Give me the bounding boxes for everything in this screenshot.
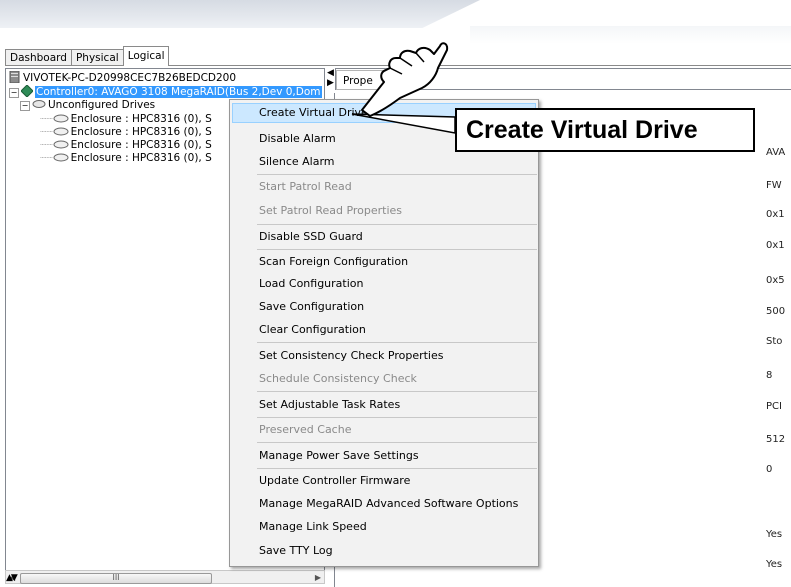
menu-separator (257, 417, 537, 418)
property-value: 0x5 (766, 275, 785, 286)
expand-collapse-arrows[interactable]: ▲▼ (6, 573, 18, 583)
menu-item-preserved-cache: Preserved Cache (259, 423, 352, 436)
collapse-toggle-icon[interactable]: − (9, 88, 19, 98)
menu-item-disable-ssd-guard[interactable]: Disable SSD Guard (259, 229, 363, 245)
enclosure-label: Enclosure : HPC8316 (0), S (70, 139, 212, 151)
property-value: 8 (766, 370, 773, 381)
menu-item-manage-power-save-settings[interactable]: Manage Power Save Settings (259, 448, 419, 464)
menu-item-set-adjustable-task-rates[interactable]: Set Adjustable Task Rates (259, 397, 400, 413)
hand-pointer-icon (361, 42, 449, 117)
menu-separator (257, 342, 537, 343)
menu-item-start-patrol-read: Start Patrol Read (259, 180, 352, 193)
menu-separator (257, 249, 537, 250)
tree-enclosure-node[interactable]: ┈┈ Enclosure : HPC8316 (0), S (40, 139, 212, 152)
controller-icon (20, 84, 34, 98)
property-value: Yes (766, 529, 783, 540)
property-value: 500 (766, 306, 786, 317)
property-value: PCI (766, 401, 782, 412)
menu-separator (257, 468, 537, 469)
menu-separator (257, 442, 537, 443)
tab-dashboard[interactable]: Dashboard (5, 49, 72, 66)
menu-separator (257, 391, 537, 392)
menu-item-manage-link-speed[interactable]: Manage Link Speed (259, 519, 367, 535)
view-tabs: Dashboard Physical Logical (5, 46, 170, 66)
menu-item-disable-alarm[interactable]: Disable Alarm (259, 131, 336, 147)
menu-item-save-configuration[interactable]: Save Configuration (259, 299, 364, 315)
menu-item-manage-megaraid-advanced-software-options[interactable]: Manage MegaRAID Advanced Software Option… (259, 496, 518, 512)
property-value: AVA (766, 147, 786, 158)
menu-item-set-patrol-read-properties: Set Patrol Read Properties (259, 204, 403, 217)
arrow-down-icon[interactable]: ▼ (11, 573, 18, 583)
enclosure-label: Enclosure : HPC8316 (0), S (70, 152, 212, 164)
header-banner-right (470, 26, 791, 44)
collapse-toggle-icon[interactable]: − (20, 101, 30, 111)
host-label: VIVOTEK-PC-D20998CEC7B26BEDCD200 (23, 72, 237, 84)
collapse-left-icon[interactable]: ◀ (327, 68, 335, 78)
property-value: 512 (766, 434, 786, 445)
tree-enclosure-node[interactable]: ┈┈ Enclosure : HPC8316 (0), S (40, 152, 212, 165)
menu-item-silence-alarm[interactable]: Silence Alarm (259, 154, 335, 170)
property-value: 0x1 (766, 240, 785, 251)
menu-separator (257, 224, 537, 225)
tree-unconfigured-node[interactable]: − Unconfigured Drives (20, 99, 155, 112)
expand-right-icon[interactable]: ▶ (327, 78, 335, 88)
drive-icon (53, 114, 69, 123)
menu-item-update-controller-firmware[interactable]: Update Controller Firmware (259, 473, 410, 489)
server-icon (9, 70, 20, 84)
tree-host-node[interactable]: VIVOTEK-PC-D20998CEC7B26BEDCD200 (9, 70, 237, 84)
drive-icon (53, 153, 69, 162)
tab-logical[interactable]: Logical (122, 46, 170, 66)
callout-label: Create Virtual Drive (455, 108, 755, 152)
drive-icon (53, 140, 69, 149)
tree-enclosure-node[interactable]: ┈┈ Enclosure : HPC8316 (0), S (40, 126, 212, 139)
controller-context-menu: Create Virtual Drive Disable Alarm Silen… (229, 99, 539, 567)
property-value: FW (766, 180, 782, 191)
unconfigured-label: Unconfigured Drives (48, 99, 156, 111)
bottom-bar (0, 572, 791, 587)
tree-enclosure-node[interactable]: ┈┈ Enclosure : HPC8316 (0), S (40, 113, 212, 126)
controller-label: Controller0: AVAGO 3108 MegaRAID(Bus 2,D… (35, 86, 322, 98)
enclosure-label: Enclosure : HPC8316 (0), S (70, 113, 212, 125)
menu-item-clear-configuration[interactable]: Clear Configuration (259, 322, 366, 338)
drive-group-icon (32, 100, 46, 108)
enclosure-label: Enclosure : HPC8316 (0), S (70, 126, 212, 138)
menu-item-set-consistency-check-properties[interactable]: Set Consistency Check Properties (259, 348, 444, 364)
menu-separator (257, 174, 537, 175)
tab-physical[interactable]: Physical (70, 49, 124, 66)
tree-controller-node[interactable]: − Controller0: AVAGO 3108 MegaRAID(Bus 2,… (9, 84, 322, 98)
pane-splitter[interactable]: ◀ ▶ (327, 68, 335, 88)
menu-item-save-tty-log[interactable]: Save TTY Log (259, 543, 333, 559)
property-value: 0 (766, 464, 773, 475)
header-banner (0, 0, 480, 28)
property-value: 0x1 (766, 209, 785, 220)
menu-item-scan-foreign-configuration[interactable]: Scan Foreign Configuration (259, 254, 408, 270)
menu-item-schedule-consistency-check: Schedule Consistency Check (259, 372, 417, 385)
property-value: Yes (766, 559, 783, 569)
menu-item-load-configuration[interactable]: Load Configuration (259, 276, 363, 292)
property-value: Sto (766, 336, 783, 347)
drive-icon (53, 127, 69, 136)
